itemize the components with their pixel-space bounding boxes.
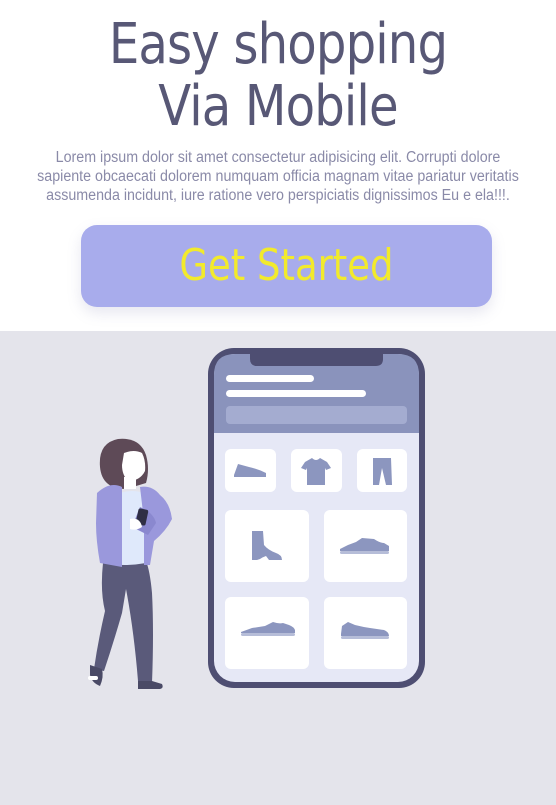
get-started-button[interactable]: Get Started	[81, 225, 492, 307]
hero-title-line2: Via Mobile	[158, 74, 398, 139]
phone-illustration	[208, 348, 425, 688]
shopping-illustration	[88, 348, 425, 689]
hero-description: Lorem ipsum dolor sit amet consectetur a…	[37, 149, 519, 204]
hero-title: Easy shopping Via Mobile	[39, 14, 517, 138]
hero-title-line1: Easy shopping	[108, 12, 448, 77]
get-started-label: Get Started	[179, 240, 394, 291]
woman-illustration	[88, 438, 172, 689]
landing-page: Easy shopping Via Mobile Lorem ipsum dol…	[0, 0, 556, 805]
illustration-panel	[0, 331, 556, 805]
